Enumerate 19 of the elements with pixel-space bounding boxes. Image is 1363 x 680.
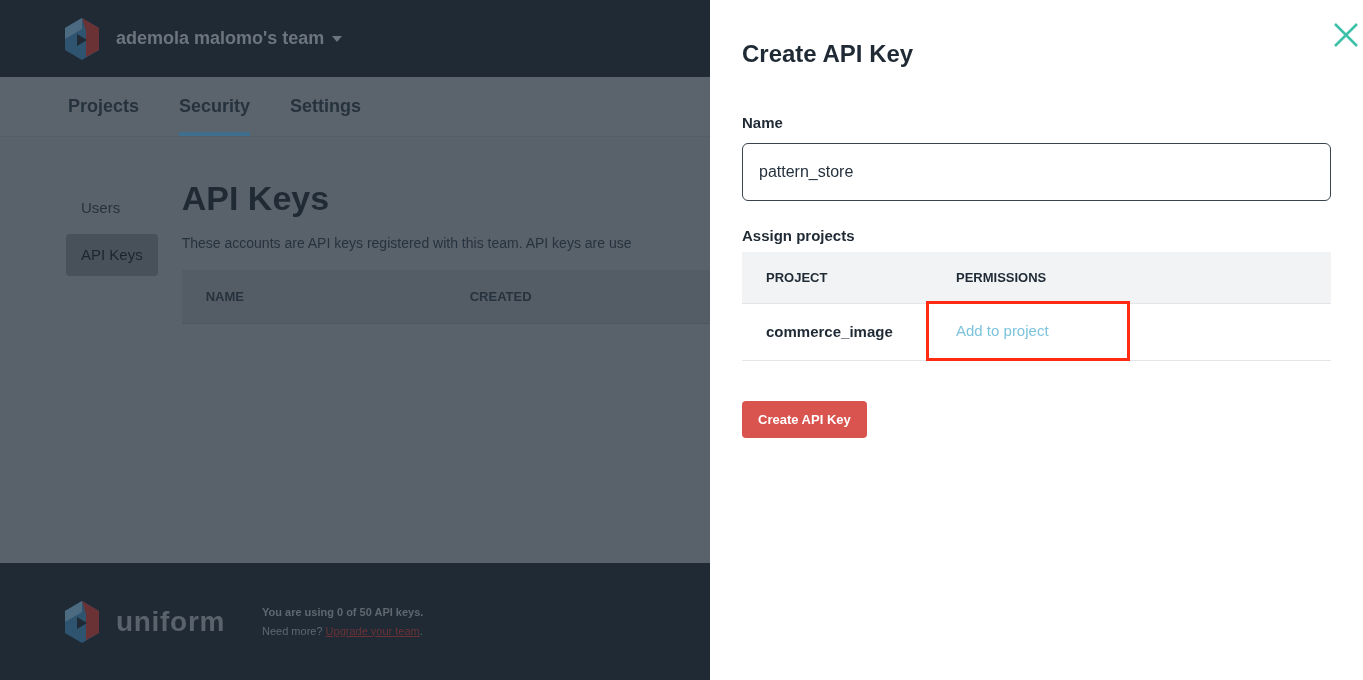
name-label: Name <box>742 113 783 133</box>
usage-text: You are using 0 of 50 API keys. <box>262 605 424 620</box>
assign-label: Assign projects <box>742 225 855 246</box>
team-dropdown[interactable]: ademola malomo's team <box>116 25 343 52</box>
brand-logo-icon <box>64 599 100 644</box>
column-header: PERMISSIONS <box>956 268 1048 287</box>
create-api-key-button[interactable]: Create API Key <box>742 401 867 438</box>
column-header: PROJECT <box>766 268 829 287</box>
logo-icon <box>64 16 100 61</box>
upgrade-text: Need more? Upgrade your team. <box>262 623 424 639</box>
project-name: commerce_image <box>766 321 894 342</box>
page-title: API Keys <box>181 181 330 215</box>
add-to-project-link[interactable]: Add to project <box>956 319 1049 343</box>
name-input[interactable]: pattern_store <box>742 142 1331 201</box>
upgrade-link[interactable]: Upgrade your team <box>325 624 420 637</box>
caret-icon <box>332 35 343 42</box>
drawer-title: Create API Key <box>742 39 914 69</box>
brand-name: uniform <box>116 604 227 639</box>
close-icon[interactable] <box>1333 22 1359 48</box>
